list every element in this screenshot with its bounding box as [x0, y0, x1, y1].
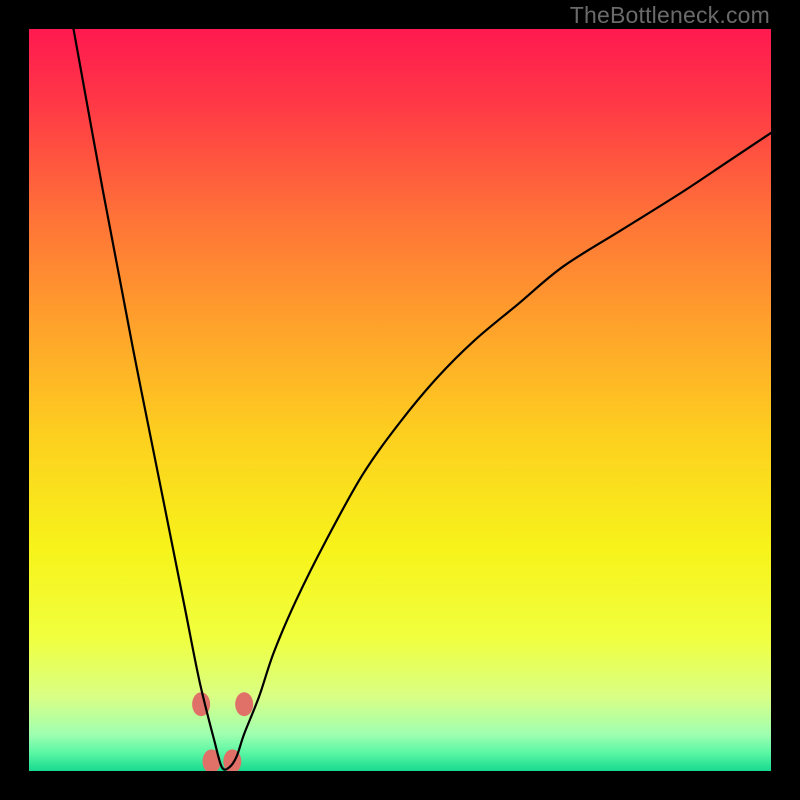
curve-marker [235, 692, 253, 716]
bottleneck-curve [74, 29, 771, 770]
curve-layer [29, 29, 771, 771]
watermark-text: TheBottleneck.com [570, 2, 770, 29]
plot-area [29, 29, 771, 771]
